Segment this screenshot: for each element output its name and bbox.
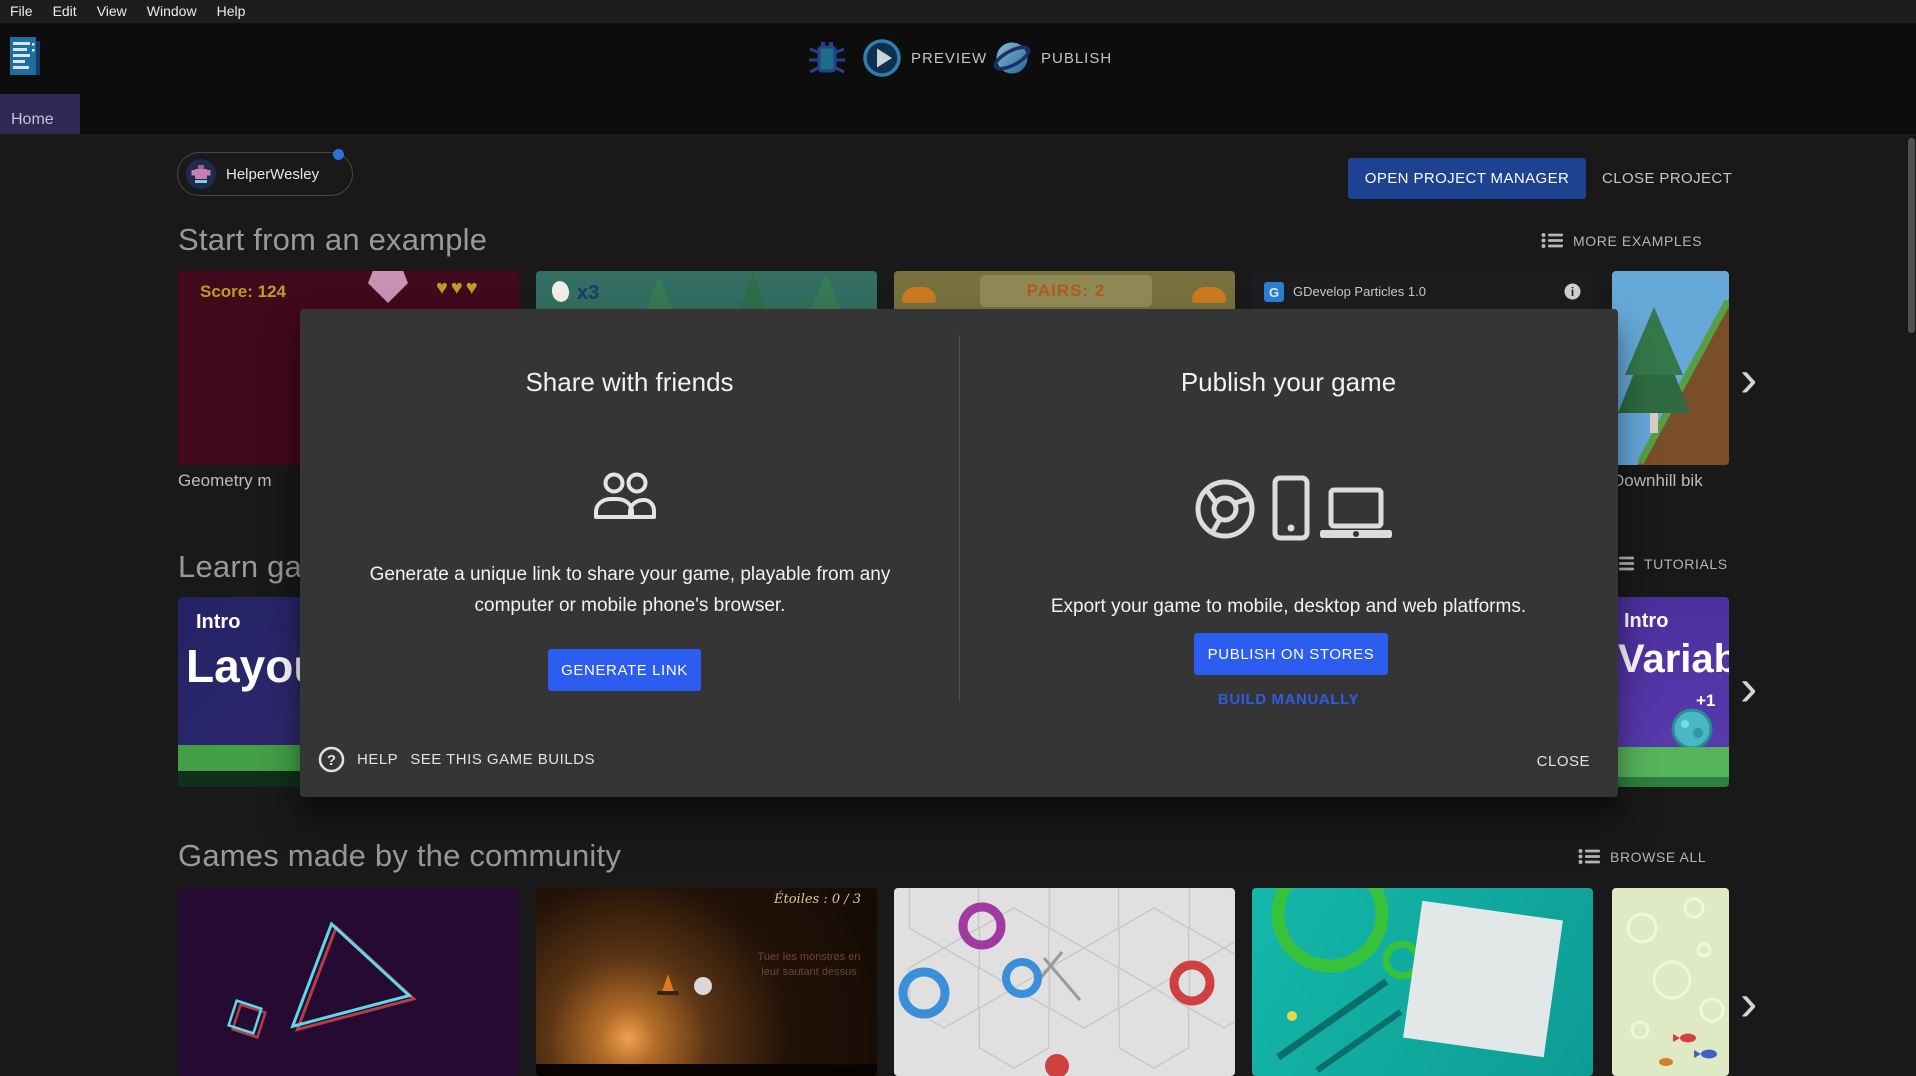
close-dialog-button[interactable]: CLOSE [1537, 753, 1590, 770]
help-button[interactable]: HELP [357, 751, 398, 768]
bubbles-and-fish [1612, 888, 1729, 1076]
more-examples-button[interactable]: MORE EXAMPLES [1541, 232, 1702, 249]
generate-link-button[interactable]: GENERATE LINK [548, 649, 701, 691]
share-description: Generate a unique link to share your gam… [330, 559, 930, 621]
example-caption: Downhill bik [1612, 471, 1703, 491]
people-icon [592, 471, 658, 521]
svg-text:?: ? [327, 752, 336, 769]
username: HelperWesley [226, 166, 319, 183]
menu-help[interactable]: Help [207, 0, 256, 23]
tutorials-button[interactable]: TUTORIALS [1612, 555, 1728, 572]
more-examples-label: MORE EXAMPLES [1573, 233, 1702, 249]
browse-all-label: BROWSE ALL [1610, 849, 1706, 865]
notification-dot [333, 149, 344, 160]
gdevelop-logo-icon: G [1264, 282, 1284, 302]
gdevelop-window: File Edit View Window Help [0, 0, 1916, 1076]
teal-abstract [1252, 888, 1593, 1076]
grass-strip [1612, 747, 1729, 777]
see-game-builds-button[interactable]: SEE THIS GAME BUILDS [410, 751, 595, 768]
help-icon[interactable]: ? [318, 746, 345, 773]
gem-shape [368, 271, 408, 303]
examples-next-chevron[interactable]: › [1740, 357, 1757, 401]
tutorial-title: Variab [1618, 637, 1729, 682]
community-game-neon[interactable] [178, 888, 519, 1076]
open-project-manager-button[interactable]: OPEN PROJECT MANAGER [1348, 158, 1586, 199]
campfire-and-player [654, 972, 724, 998]
tutorial-kicker: Intro [196, 611, 240, 634]
debug-icon[interactable] [806, 37, 848, 81]
example-downhill-bike[interactable] [1612, 271, 1729, 465]
tutorials-label: TUTORIALS [1644, 556, 1728, 572]
svg-text:i: i [1571, 285, 1574, 299]
example-caption: Geometry m [178, 471, 272, 491]
share-title: Share with friends [300, 367, 959, 398]
downhill-scene [1612, 271, 1729, 465]
hearts-display: ♥♥♥ [436, 277, 481, 300]
laptop-icon [1318, 485, 1394, 541]
menu-view[interactable]: View [87, 0, 137, 23]
browse-all-button[interactable]: BROWSE ALL [1578, 848, 1706, 865]
preview-button[interactable]: PREVIEW [862, 38, 987, 78]
close-project-button[interactable]: CLOSE PROJECT [1594, 158, 1740, 199]
list-icon [1541, 232, 1564, 249]
publish-description: Export your game to mobile, desktop and … [959, 591, 1618, 622]
publish-label: PUBLISH [1041, 50, 1112, 67]
particles-title: GDevelop Particles 1.0 [1293, 284, 1555, 299]
tab-home-label: Home [11, 111, 54, 129]
stars-counter: Étoiles : 0 / 3 [774, 892, 861, 907]
project-manager-icon[interactable] [7, 36, 43, 82]
creature-sprite [1670, 707, 1714, 751]
community-section-title: Games made by the community [178, 838, 621, 874]
hint-text: Tuer les monstres en leur sautant dessus [744, 950, 874, 980]
glitch-shapes [178, 888, 519, 1076]
tutorials-next-chevron[interactable]: › [1740, 666, 1757, 710]
community-next-chevron[interactable]: › [1740, 981, 1757, 1025]
preview-label: PREVIEW [911, 50, 987, 67]
svg-text:G: G [1269, 285, 1279, 300]
menu-edit[interactable]: Edit [43, 0, 87, 23]
mushroom-icon [902, 287, 936, 303]
community-game-night[interactable]: Étoiles : 0 / 3 Tuer les monstres en leu… [536, 888, 877, 1076]
avatar [186, 159, 216, 189]
tutorial-kicker: Intro [1624, 610, 1668, 633]
toolbar: PREVIEW PUBLISH [0, 23, 1916, 134]
publish-on-stores-button[interactable]: PUBLISH ON STORES [1194, 633, 1388, 675]
user-profile-chip[interactable]: HelperWesley [177, 152, 353, 196]
chrome-icon [1193, 477, 1257, 541]
smartphone-icon [1271, 475, 1311, 541]
publish-globe-icon [992, 38, 1032, 78]
vertical-scrollbar-thumb[interactable] [1908, 138, 1915, 333]
ground-strip [1612, 777, 1729, 787]
community-game-hexagons[interactable] [894, 888, 1235, 1076]
list-icon [1578, 848, 1601, 865]
menu-window[interactable]: Window [137, 0, 207, 23]
share-dialog: Share with friends Generate a unique lin… [300, 309, 1618, 797]
game-score-label: Score: 124 [200, 282, 286, 302]
menu-file[interactable]: File [0, 0, 43, 23]
tab-home[interactable]: Home [0, 94, 80, 134]
menu-bar: File Edit View Window Help [0, 0, 1916, 23]
community-game-teal[interactable] [1252, 888, 1593, 1076]
build-manually-link[interactable]: BUILD MANUALLY [1218, 691, 1359, 708]
preview-play-icon [862, 38, 902, 78]
community-game-fish[interactable] [1612, 888, 1729, 1076]
examples-section-title: Start from an example [178, 222, 487, 258]
publish-button[interactable]: PUBLISH [992, 38, 1112, 78]
tutorial-intro-variables[interactable]: Intro Variab +1 [1612, 597, 1729, 787]
publish-title: Publish your game [959, 367, 1618, 398]
mushroom-icon [1192, 287, 1226, 303]
info-icon[interactable]: i [1564, 283, 1581, 300]
pairs-label: PAIRS: 2 [1027, 281, 1106, 301]
hexagon-board [894, 888, 1235, 1076]
ground-silhouette [536, 1064, 877, 1076]
learn-section-title: Learn ga [178, 549, 302, 585]
